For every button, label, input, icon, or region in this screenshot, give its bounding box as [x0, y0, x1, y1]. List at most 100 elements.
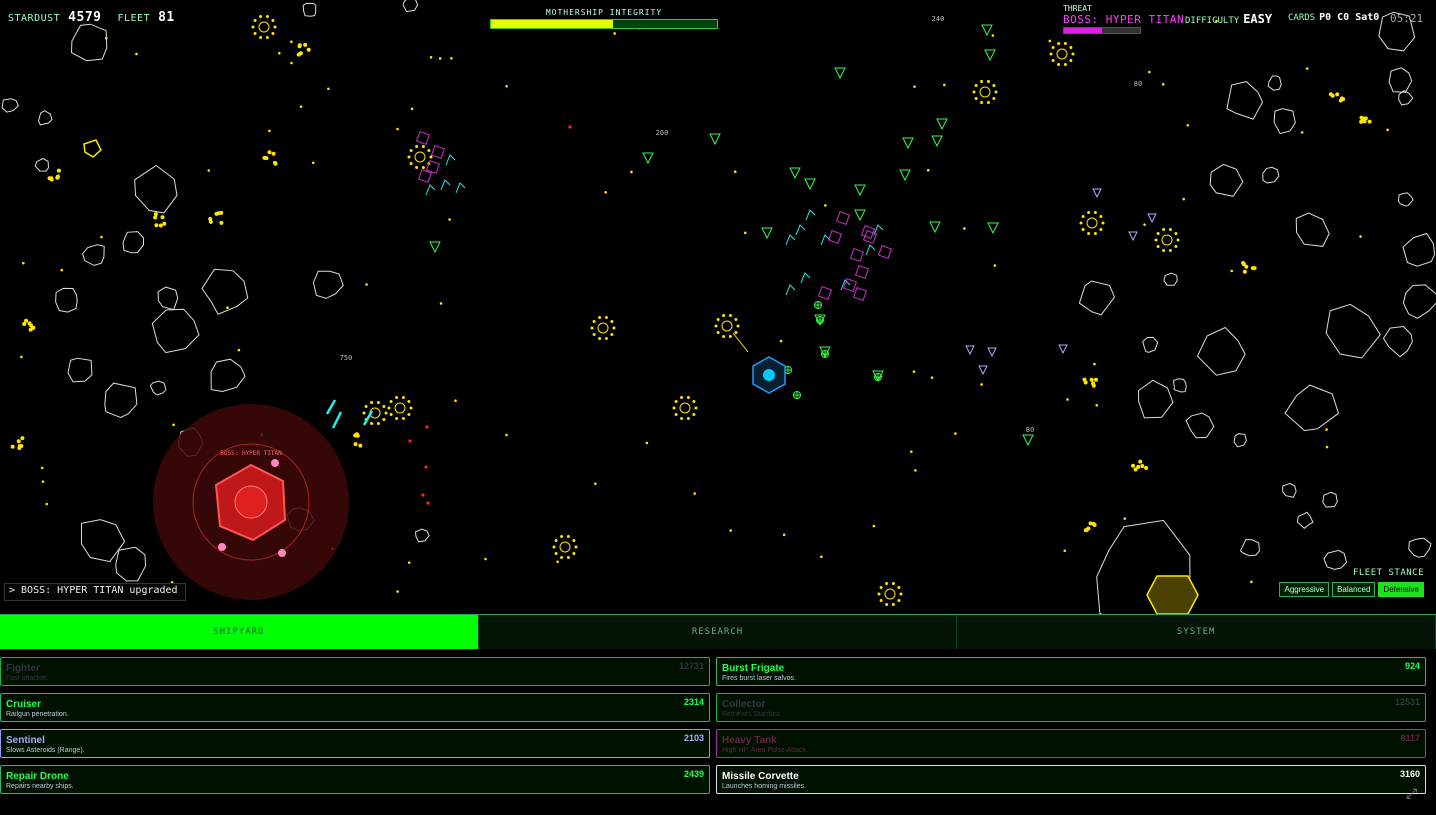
collector-ring-dot	[610, 332, 614, 336]
unit-card-missile-corvette[interactable]: Missile Corvette Launches homing missiles…	[716, 765, 1426, 794]
stardust-particle	[1143, 223, 1146, 226]
stardust-particle	[299, 105, 303, 108]
stance-balanced-button[interactable]: Balanced	[1332, 582, 1376, 597]
game-viewport[interactable]: BOSS: HYPER TITAN 260 750 240 80 80 STARDUST …	[0, 0, 1436, 614]
collector-ring-dot	[364, 405, 368, 409]
stance-defensive-button[interactable]: Defensive	[1378, 582, 1424, 597]
asteroid	[1226, 81, 1264, 120]
collector-ring-dot	[885, 602, 889, 606]
tab-shipyard[interactable]: SHIPYARD	[0, 615, 479, 649]
collector-ring-dot	[376, 401, 380, 405]
collector-ring-dot	[409, 406, 413, 410]
event-log: > BOSS: HYPER TITAN upgraded ...	[4, 583, 186, 601]
stardust-particle	[439, 302, 443, 305]
collector-ring-dot	[370, 401, 374, 405]
collector-ring-dot	[885, 582, 889, 586]
stardust-particle	[1241, 262, 1246, 267]
stardust-particle	[311, 161, 315, 165]
game-clock: 05:21	[1390, 12, 1424, 25]
collector-ring-dot	[1081, 215, 1085, 219]
collector-ring-dot	[686, 416, 690, 420]
unit-cost: 12731	[678, 661, 704, 671]
threat-label: THREAT	[1063, 4, 1092, 13]
boss-name-label: BOSS: HYPER TITAN	[220, 450, 282, 457]
collector-ring-dot	[1162, 228, 1166, 232]
stardust-particle	[306, 47, 311, 52]
unit-card-collector[interactable]: Collector Retrieves Stardust. 12531	[716, 693, 1426, 722]
sentinel-ship	[1128, 231, 1138, 242]
boss-core	[234, 485, 268, 519]
unit-name: Repair Drone	[6, 771, 69, 782]
stardust-particle	[993, 264, 997, 267]
stardust-particle	[208, 219, 213, 224]
collector-ring-dot	[409, 149, 413, 153]
unit-card-fighter[interactable]: Fighter Fast attacker. 12731	[0, 657, 710, 686]
collector-ring-dot	[1057, 42, 1061, 46]
damage-number: 80	[1134, 80, 1142, 88]
laser-bolt	[325, 399, 337, 415]
unit-desc: Fires burst laser salvos.	[722, 675, 796, 682]
asteroid	[1209, 163, 1244, 197]
collector-ring-dot	[572, 539, 576, 543]
tab-system[interactable]: SYSTEM	[957, 615, 1436, 649]
stardust-particle	[1367, 119, 1372, 124]
stardust-particle	[303, 42, 308, 47]
stardust-particle	[27, 321, 32, 326]
fleet-ship	[854, 184, 866, 197]
stardust-particle	[980, 383, 983, 386]
fullscreen-icon[interactable]: ⤢	[1406, 786, 1424, 804]
stardust-particle	[1063, 549, 1067, 553]
asteroid	[115, 546, 147, 582]
stardust-particle	[100, 235, 103, 239]
mothership-integrity: MOTHERSHIP INTEGRITY	[490, 8, 718, 29]
collector-ring-dot	[899, 592, 903, 596]
collector-ring-dot	[986, 100, 990, 104]
collector-ring-dot	[554, 539, 558, 543]
stardust-particle	[613, 32, 616, 35]
unit-card-cruiser[interactable]: Cruiser Railgun penetration. 2314	[0, 693, 710, 722]
unit-card-repair-drone[interactable]: Repair Drone Repairs nearby ships. 2439	[0, 765, 710, 794]
collector-drone	[884, 588, 896, 600]
collector-ring-dot	[429, 155, 433, 159]
stardust-particle	[1305, 67, 1309, 70]
collector-ring-dot	[251, 25, 255, 29]
stardust-particle	[22, 261, 25, 265]
stardust-particle	[1300, 131, 1304, 134]
asteroid	[1273, 108, 1296, 135]
integrity-fill	[491, 20, 614, 28]
collector-drone	[1161, 234, 1173, 246]
collector-drone	[258, 21, 270, 33]
asteroid	[67, 357, 93, 383]
stardust-particle	[438, 57, 442, 60]
stardust-particle	[1325, 445, 1329, 449]
unit-card-burst-frigate[interactable]: Burst Frigate Fires burst laser salvos. 92…	[716, 657, 1426, 686]
unit-card-sentinel[interactable]: Sentinel Slows Asteroids (Range). 2103	[0, 729, 710, 758]
collector-ring-dot	[972, 90, 976, 94]
stance-aggressive-button[interactable]: Aggressive	[1279, 582, 1330, 597]
tab-research[interactable]: RESEARCH	[478, 615, 958, 649]
stardust-particle	[1363, 116, 1368, 121]
collector-ring-dot	[1162, 248, 1166, 252]
unit-name: Fighter	[6, 663, 40, 674]
tether-beam	[732, 332, 749, 353]
boss-orbital	[271, 459, 279, 467]
stardust-particle	[1144, 465, 1149, 470]
unit-desc: Slows Asteroids (Range).	[6, 747, 85, 754]
enemy-projectile	[568, 125, 572, 129]
repair-drone-cross	[875, 374, 881, 380]
stardust-particle	[693, 492, 697, 495]
fighter-ship	[865, 244, 876, 256]
unit-cost: 2439	[683, 769, 704, 779]
stardust-particle	[60, 268, 64, 272]
stardust-particle	[410, 107, 414, 111]
unit-card-heavy-tank[interactable]: Heavy Tank High HP, Area Pulse Attack. 811…	[716, 729, 1426, 758]
stardust-particle	[47, 176, 52, 181]
unit-cost: 3160	[1399, 769, 1420, 779]
sentinel-ship	[1092, 188, 1102, 199]
heavy-tank	[877, 244, 893, 260]
collector-ring-dot	[401, 416, 405, 420]
stardust-particle	[505, 433, 508, 437]
collector-ring-dot	[980, 80, 984, 84]
asteroid	[312, 270, 344, 299]
asteroid	[1267, 75, 1282, 91]
